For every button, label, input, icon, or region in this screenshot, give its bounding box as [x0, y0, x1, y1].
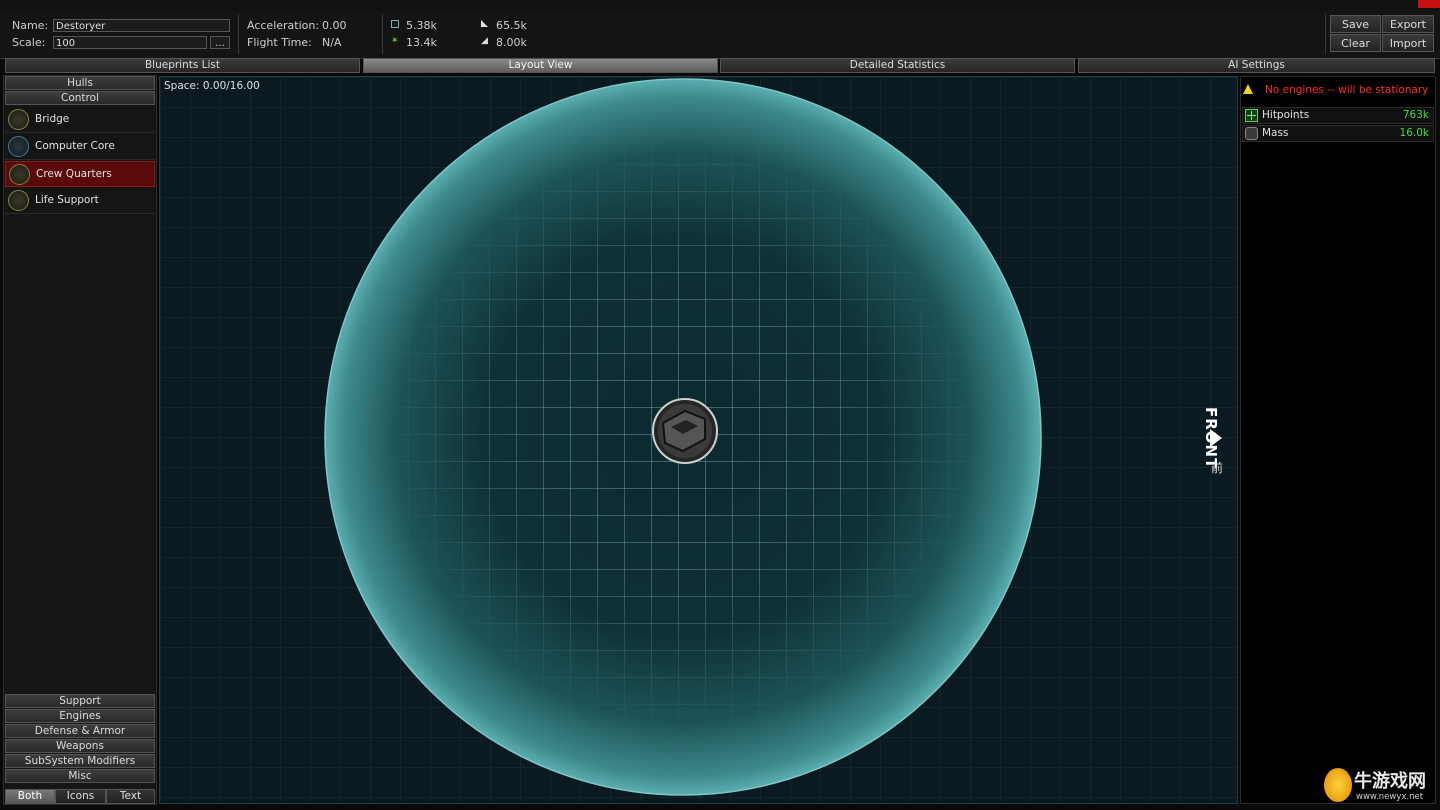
name-field[interactable]: Destoryer	[53, 19, 230, 32]
stat-row-hitpoints: Hitpoints 763k	[1242, 107, 1434, 124]
bridge-icon	[8, 109, 29, 130]
category-misc[interactable]: Misc	[5, 769, 155, 783]
list-item-label: Life Support	[35, 194, 99, 206]
filter-icons-button[interactable]: Icons	[55, 789, 106, 804]
filter-both-button[interactable]: Both	[5, 789, 55, 804]
stat-row-mass: Mass 16.0k	[1242, 125, 1434, 142]
list-item-life-support[interactable]: Life Support	[5, 188, 155, 214]
scale-field[interactable]: 100	[53, 36, 207, 49]
crew-icon: ✶	[391, 36, 399, 46]
hitpoints-icon	[1245, 109, 1258, 122]
tab-ai-settings[interactable]: AI Settings	[1078, 58, 1435, 73]
list-item-label: Crew Quarters	[36, 168, 112, 180]
blueprint-header-bar	[0, 10, 1440, 59]
category-support[interactable]: Support	[5, 694, 155, 708]
flight-time-value: N/A	[322, 36, 342, 49]
ship-core-module[interactable]	[652, 398, 718, 464]
header-divider	[1325, 14, 1326, 54]
close-window-button[interactable]	[1418, 0, 1440, 8]
watermark-text: 牛游戏网	[1354, 771, 1426, 792]
import-button[interactable]: Import	[1382, 34, 1434, 52]
flight-time-label: Flight Time:	[247, 36, 312, 49]
list-item-label: Computer Core	[35, 140, 115, 152]
tab-layout-view[interactable]: Layout View	[363, 58, 718, 73]
hull-stat-value: 5.38k	[406, 19, 437, 32]
tab-blueprints-list[interactable]: Blueprints List	[5, 58, 360, 73]
acceleration-label: Acceleration:	[247, 19, 320, 32]
list-item-crew-quarters[interactable]: Crew Quarters	[5, 161, 155, 187]
hull-icon	[391, 20, 399, 28]
header-divider	[382, 14, 383, 54]
tab-detailed-statistics[interactable]: Detailed Statistics	[720, 58, 1075, 73]
category-defense-armor[interactable]: Defense & Armor	[5, 724, 155, 738]
blueprint-stats-panel	[1240, 76, 1436, 804]
category-subsystem-modifiers[interactable]: SubSystem Modifiers	[5, 754, 155, 768]
clear-button[interactable]: Clear	[1330, 34, 1381, 52]
stat-name: Hitpoints	[1262, 109, 1310, 121]
supply-icon: ◢	[481, 36, 488, 46]
stat-name: Mass	[1262, 127, 1289, 139]
front-label: FRONT	[1202, 407, 1220, 470]
shield-stat-icon	[481, 20, 488, 27]
acceleration-value: 0.00	[322, 19, 347, 32]
layout-grid-svg[interactable]	[160, 77, 1238, 804]
export-button[interactable]: Export	[1382, 15, 1434, 33]
scale-more-button[interactable]: ...	[210, 36, 230, 49]
scale-label: Scale:	[12, 36, 46, 49]
list-item-label: Bridge	[35, 113, 70, 125]
thumbs-up-icon	[1324, 768, 1352, 802]
front-cjk-label: 前	[1211, 461, 1224, 475]
crew-stat-value: 13.4k	[406, 36, 437, 49]
list-item-bridge[interactable]: Bridge	[5, 107, 155, 133]
crew-quarters-icon	[9, 164, 30, 185]
warning-message: No engines -- will be stationary	[1265, 84, 1429, 96]
category-control[interactable]: Control	[5, 91, 155, 105]
front-indicator: FRONT 前	[1200, 399, 1224, 479]
space-usage-label: Space: 0.00/16.00	[164, 80, 260, 92]
filter-text-button[interactable]: Text	[106, 789, 155, 804]
category-hulls[interactable]: Hulls	[5, 76, 155, 90]
life-support-icon	[8, 190, 29, 211]
computer-core-icon	[8, 136, 29, 157]
mass-icon	[1245, 127, 1258, 140]
stat-value: 16.0k	[1399, 127, 1429, 139]
watermark-logo: 牛游戏网 www.newyx.net	[1322, 766, 1434, 806]
watermark-url: www.newyx.net	[1356, 792, 1424, 802]
header-divider	[238, 14, 239, 54]
name-label: Name:	[12, 19, 49, 32]
category-weapons[interactable]: Weapons	[5, 739, 155, 753]
shield-stat-value: 65.5k	[496, 19, 527, 32]
supply-stat-value: 8.00k	[496, 36, 527, 49]
list-item-computer-core[interactable]: Computer Core	[5, 134, 155, 160]
stat-value: 763k	[1402, 109, 1429, 121]
layout-view-canvas[interactable]: Space: 0.00/16.00 FRONT 前	[159, 76, 1238, 804]
warning-icon	[1243, 84, 1253, 94]
category-engines[interactable]: Engines	[5, 709, 155, 723]
save-button[interactable]: Save	[1330, 15, 1381, 33]
